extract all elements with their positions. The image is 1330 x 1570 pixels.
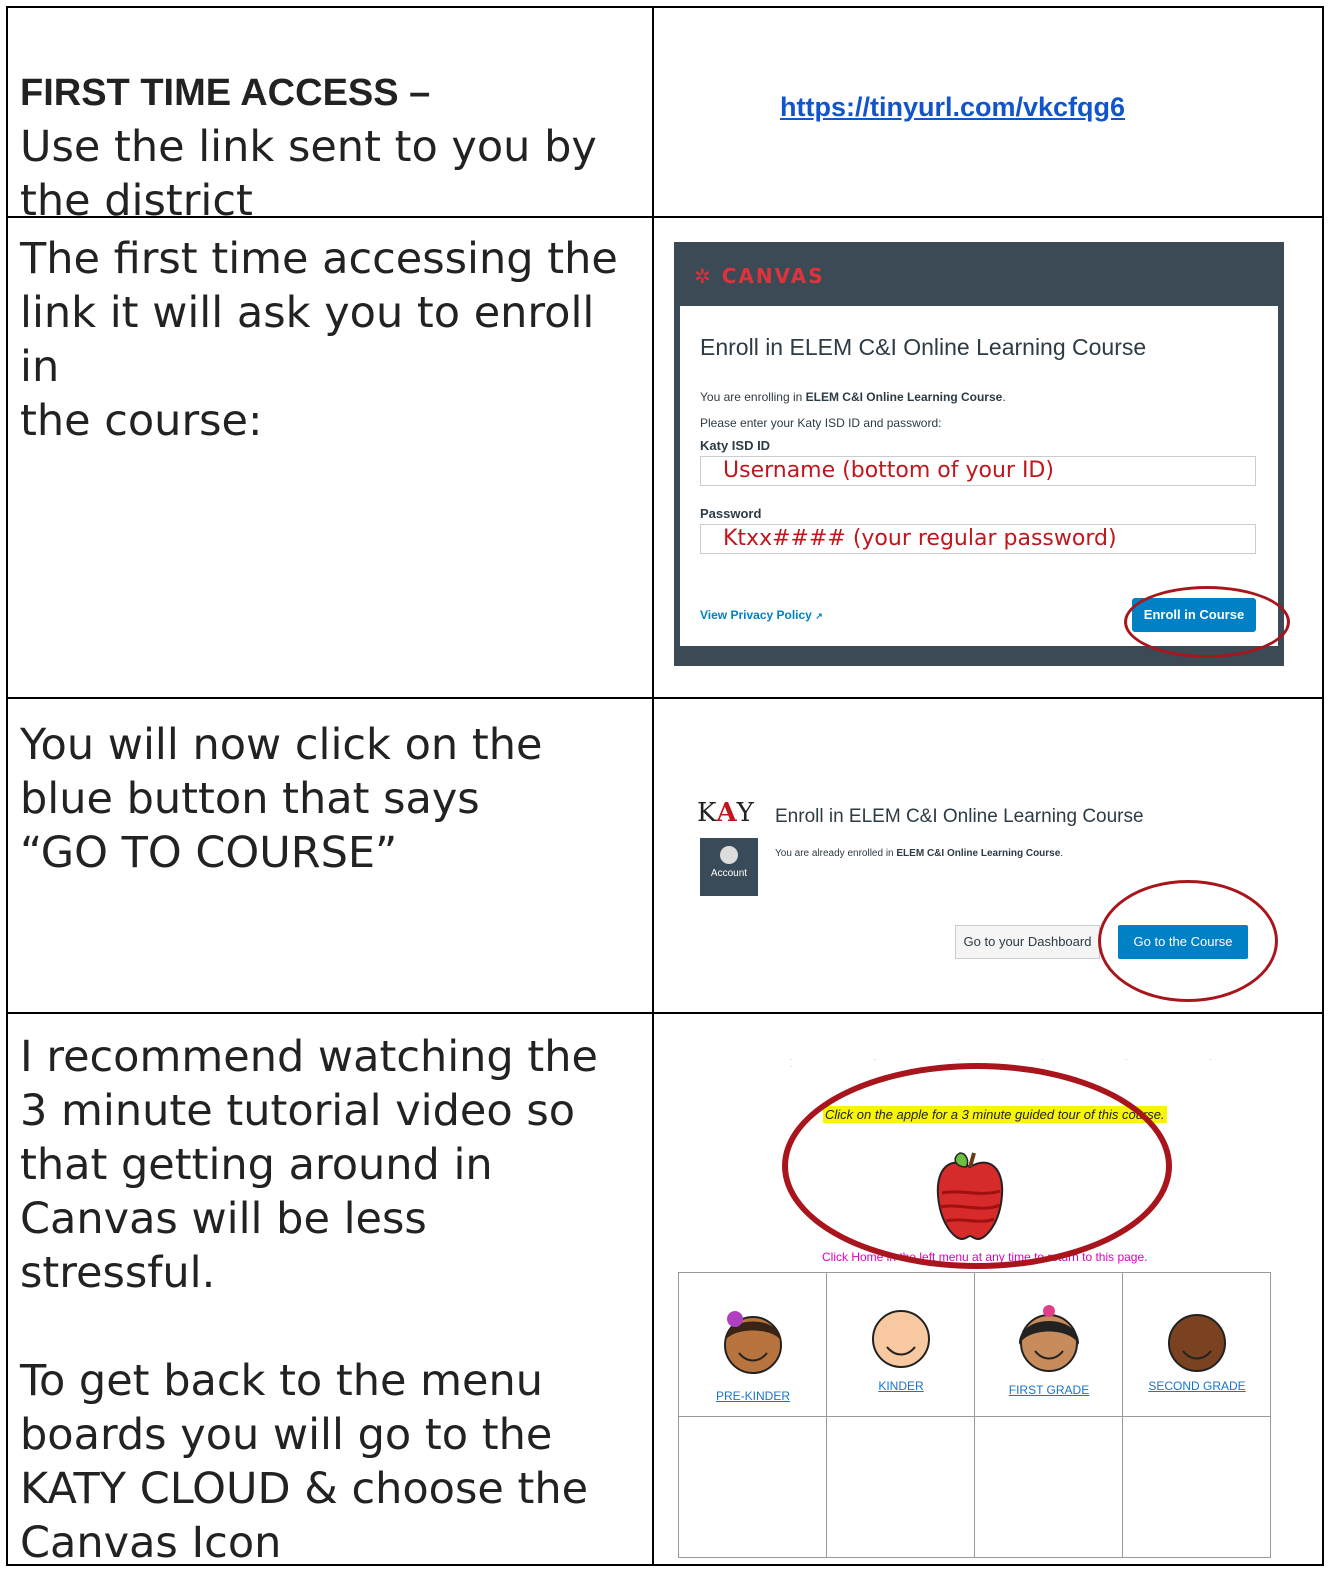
row1-line1: Use the link sent to you by bbox=[20, 122, 597, 172]
row4-p1-line4: Canvas will be less stressful. bbox=[20, 1194, 427, 1298]
row-divider bbox=[8, 1012, 1322, 1014]
row2-text: The first time accessing the link it wil… bbox=[20, 232, 620, 448]
enrolling-text: You are enrolling in ELEM C&I Online Lea… bbox=[700, 390, 1006, 404]
row4-p1-line1: I recommend watching the bbox=[20, 1032, 598, 1082]
account-icon bbox=[720, 846, 738, 864]
grade-card[interactable] bbox=[827, 1273, 975, 1417]
row4-p2-line1: To get back to the menu bbox=[20, 1356, 543, 1406]
row2-line2: link it will ask you to enroll in bbox=[20, 288, 595, 392]
katy-id-field[interactable]: Username (bottom of your ID) bbox=[700, 456, 1256, 486]
privacy-policy-link[interactable]: View Privacy Policy ↗ bbox=[700, 608, 823, 622]
separator-dots: · · · · · · · bbox=[790, 1057, 1251, 1071]
tinyurl-link[interactable]: https://tinyurl.com/vkcfqg6 bbox=[780, 92, 1125, 123]
face-icon bbox=[872, 1310, 930, 1368]
grade-card[interactable] bbox=[1123, 1273, 1271, 1417]
go-to-dashboard-button[interactable]: Go to your Dashboard bbox=[955, 925, 1100, 959]
row2-line3: the course: bbox=[20, 396, 263, 446]
annotation-circle bbox=[1124, 586, 1290, 658]
grade-link-second-grade[interactable]: SECOND GRADE bbox=[1123, 1379, 1271, 1393]
row3-line2: blue button that says bbox=[20, 774, 480, 824]
external-link-icon: ↗ bbox=[815, 611, 823, 621]
grade-link-kinder[interactable]: KINDER bbox=[827, 1379, 975, 1393]
enroll-title: Enroll in ELEM C&I Online Learning Cours… bbox=[700, 334, 1147, 360]
row4-p1-line2: 3 minute tutorial video so bbox=[20, 1086, 576, 1136]
grade-card[interactable] bbox=[1123, 1417, 1271, 1558]
row1-text: FIRST TIME ACCESS – Use the link sent to… bbox=[20, 64, 620, 228]
grade-link-pre-kinder[interactable]: PRE-KINDER bbox=[679, 1389, 827, 1403]
face-icon bbox=[1018, 1305, 1080, 1372]
annotation-circle bbox=[782, 1063, 1172, 1269]
row4-p2-line4: Canvas Icon bbox=[20, 1518, 282, 1568]
enrolled-title: Enroll in ELEM C&I Online Learning Cours… bbox=[775, 806, 1144, 827]
canvas-logo-icon: ✲ bbox=[694, 264, 722, 288]
column-divider bbox=[652, 8, 654, 1564]
canvas-logo: ✲ CANVAS bbox=[694, 264, 825, 288]
grade-grid: PRE-KINDER KINDER FIRST GRADE SECOND GRA… bbox=[678, 1272, 1271, 1558]
row-divider bbox=[8, 697, 1322, 699]
row3-line1: You will now click on the bbox=[20, 720, 543, 770]
row3-line3: “GO TO COURSE” bbox=[20, 828, 398, 878]
row4-p2-line3: KATY CLOUD & choose the bbox=[20, 1464, 589, 1514]
row4-p2-line2: boards you will go to the bbox=[20, 1410, 553, 1460]
katy-id-label: Katy ISD ID bbox=[700, 438, 771, 453]
annotation-circle bbox=[1098, 880, 1278, 1002]
grade-link-first-grade[interactable]: FIRST GRADE bbox=[975, 1383, 1123, 1397]
row2-line1: The first time accessing the bbox=[20, 234, 618, 284]
row1-line2: the district bbox=[20, 176, 253, 226]
enroll-prompt: Please enter your Katy ISD ID and passwo… bbox=[700, 416, 942, 430]
grade-card[interactable] bbox=[679, 1417, 827, 1558]
face-icon bbox=[724, 1311, 782, 1374]
grade-card[interactable] bbox=[975, 1417, 1123, 1558]
grade-card[interactable] bbox=[827, 1417, 975, 1558]
password-field[interactable]: Ktxx#### (your regular password) bbox=[700, 524, 1256, 554]
already-enrolled-text: You are already enrolled in ELEM C&I Onl… bbox=[775, 848, 1064, 859]
password-label: Password bbox=[700, 506, 762, 521]
row3-text: You will now click on the blue button th… bbox=[20, 718, 620, 880]
row4-p1-line3: that getting around in bbox=[20, 1140, 493, 1190]
katy-logo: KAY bbox=[697, 798, 754, 828]
account-nav[interactable]: Account bbox=[700, 838, 758, 896]
face-icon bbox=[1168, 1314, 1226, 1372]
row4-text: I recommend watching the 3 minute tutori… bbox=[20, 1030, 620, 1570]
first-access-heading: FIRST TIME ACCESS – bbox=[20, 72, 431, 114]
